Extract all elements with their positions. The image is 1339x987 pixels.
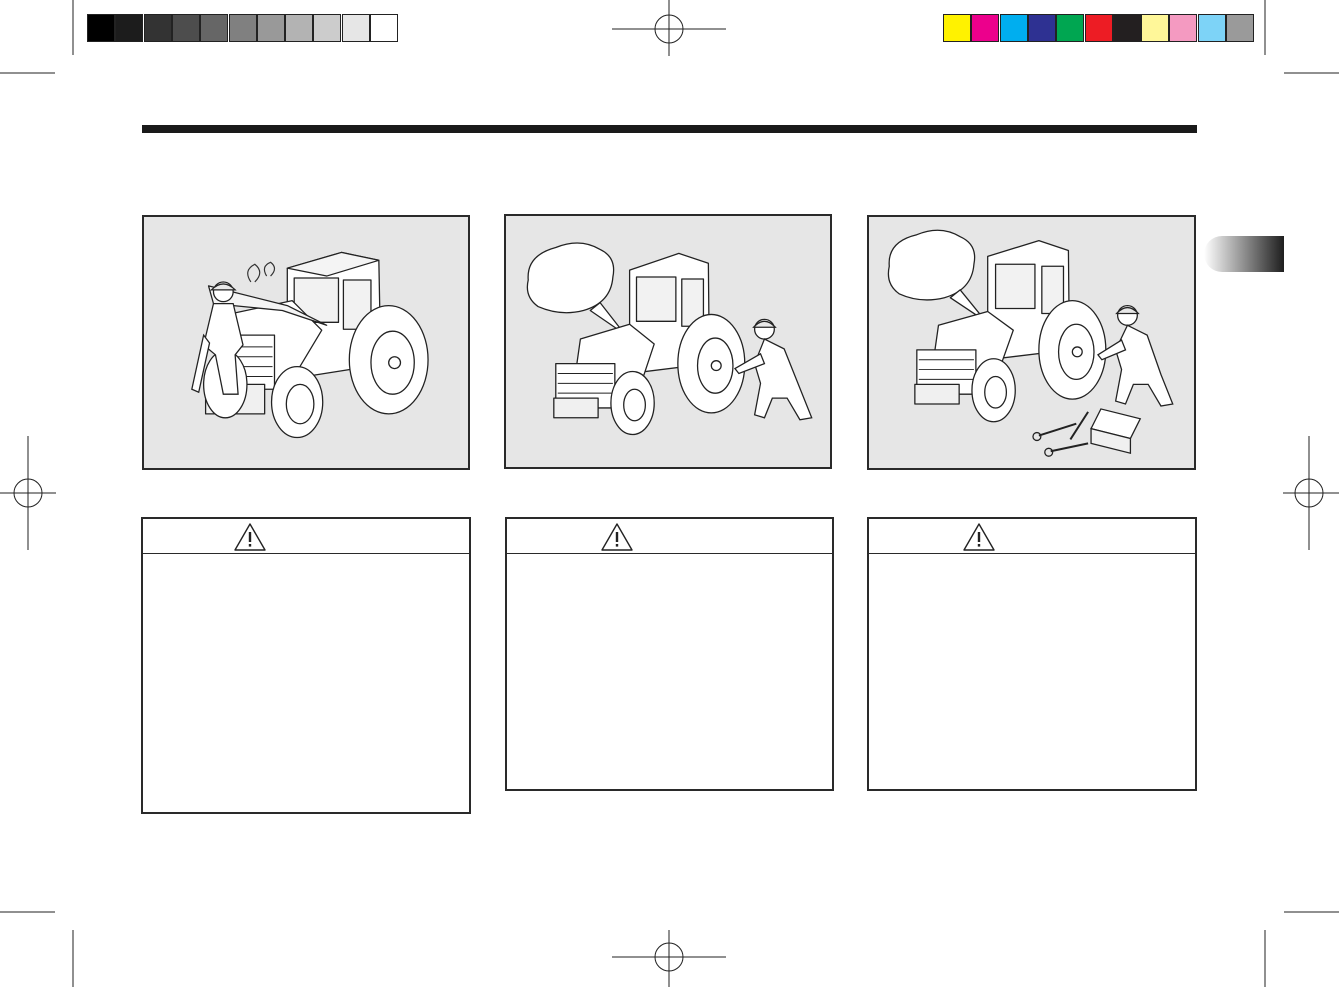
color-swatch	[370, 14, 398, 42]
color-swatch	[1112, 14, 1141, 42]
color-swatch	[1056, 14, 1085, 42]
color-swatch	[341, 14, 370, 42]
color-swatch	[256, 14, 285, 42]
illustration-tractor-wheel-check	[504, 214, 832, 469]
tractor-mechanic-wheel-speech-icon	[526, 242, 813, 436]
warning-box-1	[141, 517, 471, 814]
illustration-tractor-tools	[867, 215, 1196, 470]
color-swatch	[285, 14, 314, 42]
color-swatch	[171, 14, 200, 42]
color-swatch	[228, 14, 257, 42]
color-swatch	[200, 14, 229, 42]
color-swatch	[1027, 14, 1056, 42]
section-tab-marker	[1204, 236, 1284, 272]
crop-marks	[0, 0, 1339, 987]
color-swatch	[1141, 14, 1170, 42]
warning-triangle-icon	[601, 523, 633, 551]
color-swatch	[1226, 14, 1254, 42]
color-swatch	[143, 14, 172, 42]
color-swatch	[1197, 14, 1226, 42]
color-swatch	[943, 14, 971, 42]
color-swatch	[971, 14, 1000, 42]
color-swatch	[999, 14, 1028, 42]
color-swatch	[1169, 14, 1198, 42]
warning-header	[507, 519, 832, 554]
color-swatch	[313, 14, 342, 42]
warning-header	[869, 519, 1195, 554]
tractor-hood-open-mechanic-icon	[191, 251, 429, 439]
warning-triangle-icon	[234, 523, 266, 551]
header-rule	[142, 125, 1197, 133]
warning-box-3	[867, 517, 1197, 791]
warning-header	[143, 519, 469, 554]
illustration-tractor-hood-open	[142, 215, 470, 470]
color-swatch	[87, 14, 115, 42]
color-swatch	[115, 14, 144, 42]
warning-triangle-icon	[963, 523, 995, 551]
tractor-mechanic-tools-speech-icon	[887, 229, 1174, 457]
color-swatch	[1084, 14, 1113, 42]
warning-box-2	[505, 517, 834, 791]
